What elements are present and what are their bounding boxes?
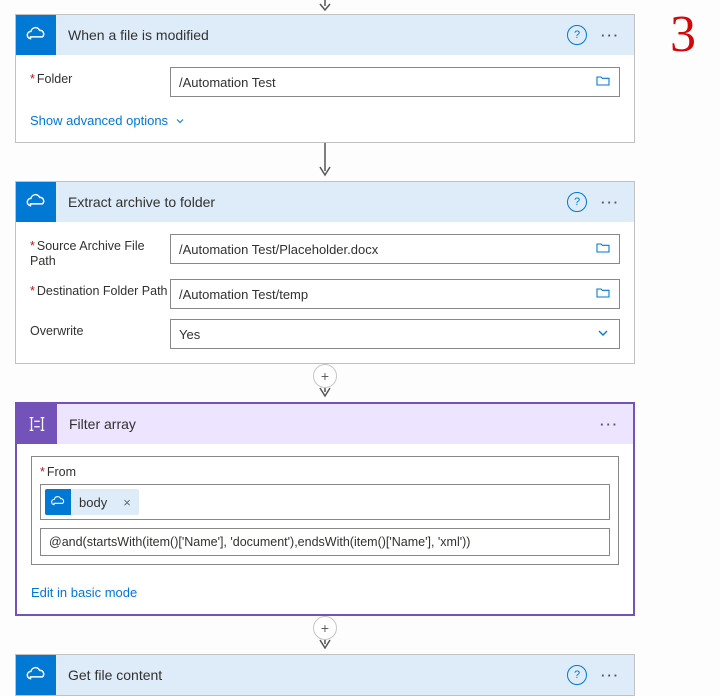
add-step-button[interactable]: + xyxy=(313,364,337,388)
filter-title: Filter array xyxy=(57,416,600,432)
source-path-input[interactable]: /Automation Test/Placeholder.docx xyxy=(170,234,620,264)
handwritten-annotation: 3 xyxy=(670,5,696,64)
more-icon[interactable]: ··· xyxy=(601,195,620,210)
token-remove-icon[interactable]: × xyxy=(115,495,139,510)
folder-picker-icon[interactable] xyxy=(595,285,611,304)
flow-arrow: + xyxy=(15,364,635,402)
filter-card: Filter array ··· *From body × @and(start xyxy=(15,402,635,616)
show-advanced-link[interactable]: Show advanced options xyxy=(30,113,186,128)
flow-arrow xyxy=(15,0,635,14)
trigger-card: When a file is modified ? ··· *Folder /A… xyxy=(15,14,635,143)
trigger-header[interactable]: When a file is modified ? ··· xyxy=(16,15,634,55)
help-icon[interactable]: ? xyxy=(567,665,587,685)
dest-path-input[interactable]: /Automation Test/temp xyxy=(170,279,620,309)
dynamic-token-body[interactable]: body × xyxy=(45,489,139,515)
filter-header[interactable]: Filter array ··· xyxy=(17,404,633,444)
onedrive-icon xyxy=(16,15,56,55)
folder-input[interactable]: /Automation Test xyxy=(170,67,620,97)
getfile-card: Get file content ? ··· xyxy=(15,654,635,696)
edit-basic-mode-link[interactable]: Edit in basic mode xyxy=(31,585,137,600)
folder-picker-icon[interactable] xyxy=(595,73,611,92)
flow-arrow xyxy=(15,143,635,181)
more-icon[interactable]: ··· xyxy=(600,417,619,432)
chevron-down-icon xyxy=(595,325,611,344)
folder-picker-icon[interactable] xyxy=(595,240,611,259)
overwrite-select[interactable]: Yes xyxy=(170,319,620,349)
filter-from-group: *From body × @and(startsWith(item()['Nam… xyxy=(31,456,619,565)
more-icon[interactable]: ··· xyxy=(601,28,620,43)
data-operations-icon xyxy=(17,404,57,444)
getfile-header[interactable]: Get file content ? ··· xyxy=(16,655,634,695)
help-icon[interactable]: ? xyxy=(567,25,587,45)
extract-title: Extract archive to folder xyxy=(56,194,567,210)
extract-card: Extract archive to folder ? ··· *Source … xyxy=(15,181,635,364)
getfile-title: Get file content xyxy=(56,667,567,683)
onedrive-icon xyxy=(16,182,56,222)
from-input[interactable]: body × xyxy=(40,484,610,520)
onedrive-icon xyxy=(16,655,56,695)
folder-label: *Folder xyxy=(30,67,170,87)
overwrite-label: Overwrite xyxy=(30,319,170,339)
filter-expression-input[interactable]: @and(startsWith(item()['Name'], 'documen… xyxy=(40,528,610,556)
dest-path-label: *Destination Folder Path xyxy=(30,279,170,299)
more-icon[interactable]: ··· xyxy=(601,668,620,683)
extract-header[interactable]: Extract archive to folder ? ··· xyxy=(16,182,634,222)
trigger-title: When a file is modified xyxy=(56,27,567,43)
add-step-button[interactable]: + xyxy=(313,616,337,640)
from-label: *From xyxy=(40,465,610,479)
flow-arrow: + xyxy=(15,616,635,654)
onedrive-icon xyxy=(45,489,71,515)
help-icon[interactable]: ? xyxy=(567,192,587,212)
source-path-label: *Source Archive File Path xyxy=(30,234,170,269)
